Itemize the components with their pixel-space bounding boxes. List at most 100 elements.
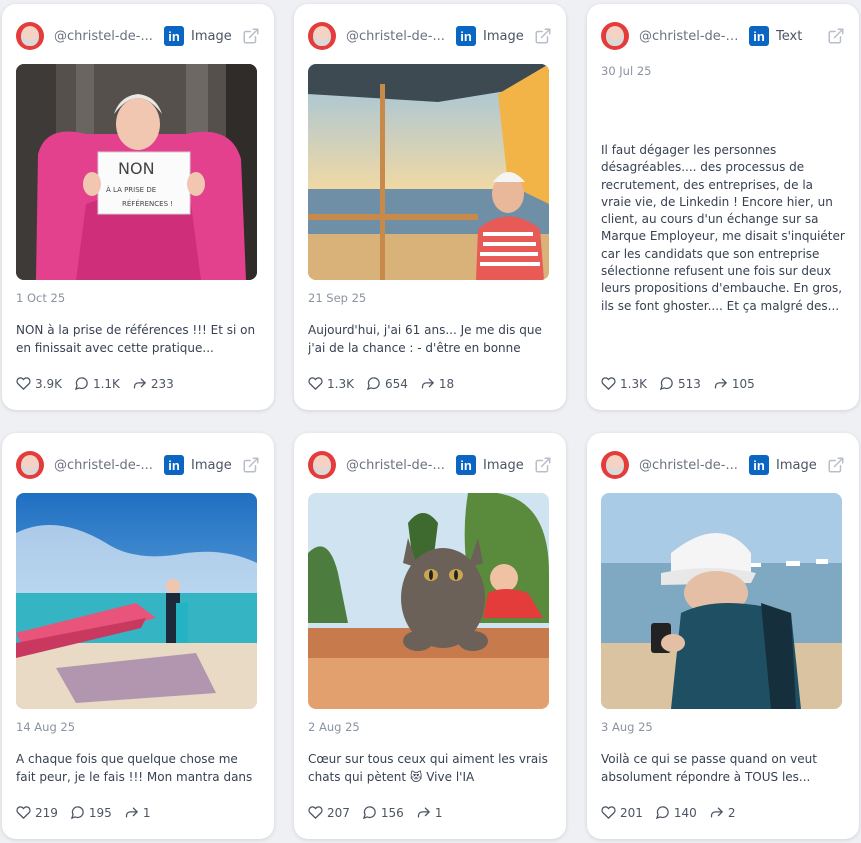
share-icon <box>710 807 723 818</box>
post-image[interactable] <box>601 493 842 709</box>
shares-stat: 2 <box>709 805 735 820</box>
post-image[interactable]: NON À LA PRISE DE RÉFÉRENCES ! <box>16 64 257 280</box>
post-header: @christel-de-... in Image <box>16 18 260 54</box>
avatar[interactable] <box>601 451 629 479</box>
comment-icon <box>655 806 669 820</box>
post-card[interactable]: @christel-de-... in Image NON À LA PRISE… <box>2 4 274 410</box>
external-link-icon[interactable] <box>534 27 552 45</box>
heart-icon <box>16 806 31 819</box>
sign-text-2: À LA PRISE DE <box>106 185 156 194</box>
share-icon <box>417 807 430 818</box>
post-card[interactable]: @christel-de-... in Image 21 Sep 25 Aujo… <box>294 4 566 410</box>
author-handle[interactable]: @christel-de-... <box>346 458 450 473</box>
shares-stat: 1 <box>124 805 151 820</box>
shares-stat: 1 <box>416 805 443 820</box>
post-card[interactable]: @christel-de-... in Image 14 Aug 25 A ch… <box>2 433 274 839</box>
author-handle[interactable]: @christel-de-... <box>639 458 743 473</box>
external-link-icon[interactable] <box>534 456 552 474</box>
shares-count: 1 <box>142 805 151 820</box>
post-image[interactable] <box>308 64 549 280</box>
likes-count: 1.3K <box>327 376 354 391</box>
linkedin-icon: in <box>164 26 184 46</box>
heart-icon <box>601 377 616 390</box>
author-handle[interactable]: @christel-de-... <box>346 29 450 44</box>
post-text: Il faut dégager les personnes désagréabl… <box>601 143 845 313</box>
post-date: 1 Oct 25 <box>16 291 66 305</box>
comments-stat: 140 <box>655 805 697 820</box>
likes-count: 201 <box>620 805 643 820</box>
comment-icon <box>362 806 376 820</box>
avatar[interactable] <box>16 22 44 50</box>
avatar[interactable] <box>308 451 336 479</box>
comments-count: 156 <box>380 805 404 820</box>
post-stats: 1.3K 513 105 <box>601 376 767 391</box>
comment-icon <box>70 806 84 820</box>
post-header: @christel-de-... in Image <box>16 447 260 483</box>
likes-stat: 219 <box>16 805 58 820</box>
post-text: Voilà ce qui se passe quand on veut abso… <box>601 752 817 784</box>
avatar[interactable] <box>308 22 336 50</box>
comments-stat: 654 <box>366 376 408 391</box>
comment-icon <box>366 377 380 391</box>
linkedin-icon: in <box>749 26 769 46</box>
shares-stat: 18 <box>420 376 454 391</box>
likes-stat: 1.3K <box>601 376 647 391</box>
shares-count: 18 <box>438 376 455 391</box>
shares-stat: 105 <box>713 376 755 391</box>
avatar[interactable] <box>601 22 629 50</box>
comment-icon <box>74 377 88 391</box>
post-type: Image <box>483 28 524 44</box>
likes-count: 1.3K <box>620 376 647 391</box>
likes-count: 3.9K <box>35 376 62 391</box>
external-link-icon[interactable] <box>827 27 845 45</box>
post-header: @christel-de-... in Image <box>308 18 552 54</box>
share-icon <box>714 378 727 389</box>
post-type: Image <box>776 457 817 473</box>
post-text: NON à la prise de références !!! Et si o… <box>16 323 256 355</box>
heart-icon <box>601 806 616 819</box>
linkedin-icon: in <box>456 26 476 46</box>
post-image[interactable] <box>16 493 257 709</box>
post-text: Cœur sur tous ceux qui aiment les vrais … <box>308 752 548 784</box>
comments-count: 140 <box>673 805 697 820</box>
comments-count: 1.1K <box>92 376 120 391</box>
external-link-icon[interactable] <box>242 456 260 474</box>
comment-icon <box>659 377 673 391</box>
comments-stat: 195 <box>70 805 112 820</box>
shares-count: 1 <box>434 805 443 820</box>
external-link-icon[interactable] <box>242 27 260 45</box>
post-stats: 201 140 2 <box>601 805 747 820</box>
post-card[interactable]: @christel-de-... in Image 2 Aug 25 Cœur … <box>294 433 566 839</box>
post-card[interactable]: @christel-de-... in Image 3 Aug 25 Voilà… <box>587 433 859 839</box>
author-handle[interactable]: @christel-de-... <box>54 458 158 473</box>
heart-icon <box>308 377 323 390</box>
post-stats: 3.9K 1.1K 233 <box>16 376 186 391</box>
post-date: 3 Aug 25 <box>601 720 653 734</box>
sign-text-1: NON <box>118 159 155 178</box>
post-date: 14 Aug 25 <box>16 720 76 734</box>
comments-count: 654 <box>384 376 408 391</box>
comments-count: 195 <box>88 805 112 820</box>
share-icon <box>421 378 434 389</box>
share-icon <box>125 807 138 818</box>
post-header: @christel-de-... in Image <box>308 447 552 483</box>
avatar[interactable] <box>16 451 44 479</box>
post-header: @christel-de-fo... in Text <box>601 18 845 54</box>
linkedin-icon: in <box>749 455 769 475</box>
post-text: Aujourd'hui, j'ai 61 ans... Je me dis qu… <box>308 323 542 355</box>
shares-stat: 233 <box>132 376 174 391</box>
post-text: A chaque fois que quelque chose me fait … <box>16 752 253 784</box>
share-icon <box>133 378 146 389</box>
comments-stat: 1.1K <box>74 376 120 391</box>
linkedin-icon: in <box>456 455 476 475</box>
post-card[interactable]: @christel-de-fo... in Text 30 Jul 25 Il … <box>587 4 859 410</box>
post-stats: 207 156 1 <box>308 805 454 820</box>
likes-stat: 207 <box>308 805 350 820</box>
shares-count: 233 <box>150 376 174 391</box>
post-header: @christel-de-... in Image <box>601 447 845 483</box>
sign-text-3: RÉFÉRENCES ! <box>122 199 173 208</box>
author-handle[interactable]: @christel-de-... <box>54 29 158 44</box>
external-link-icon[interactable] <box>827 456 845 474</box>
author-handle[interactable]: @christel-de-fo... <box>639 29 743 44</box>
post-image[interactable] <box>308 493 549 709</box>
